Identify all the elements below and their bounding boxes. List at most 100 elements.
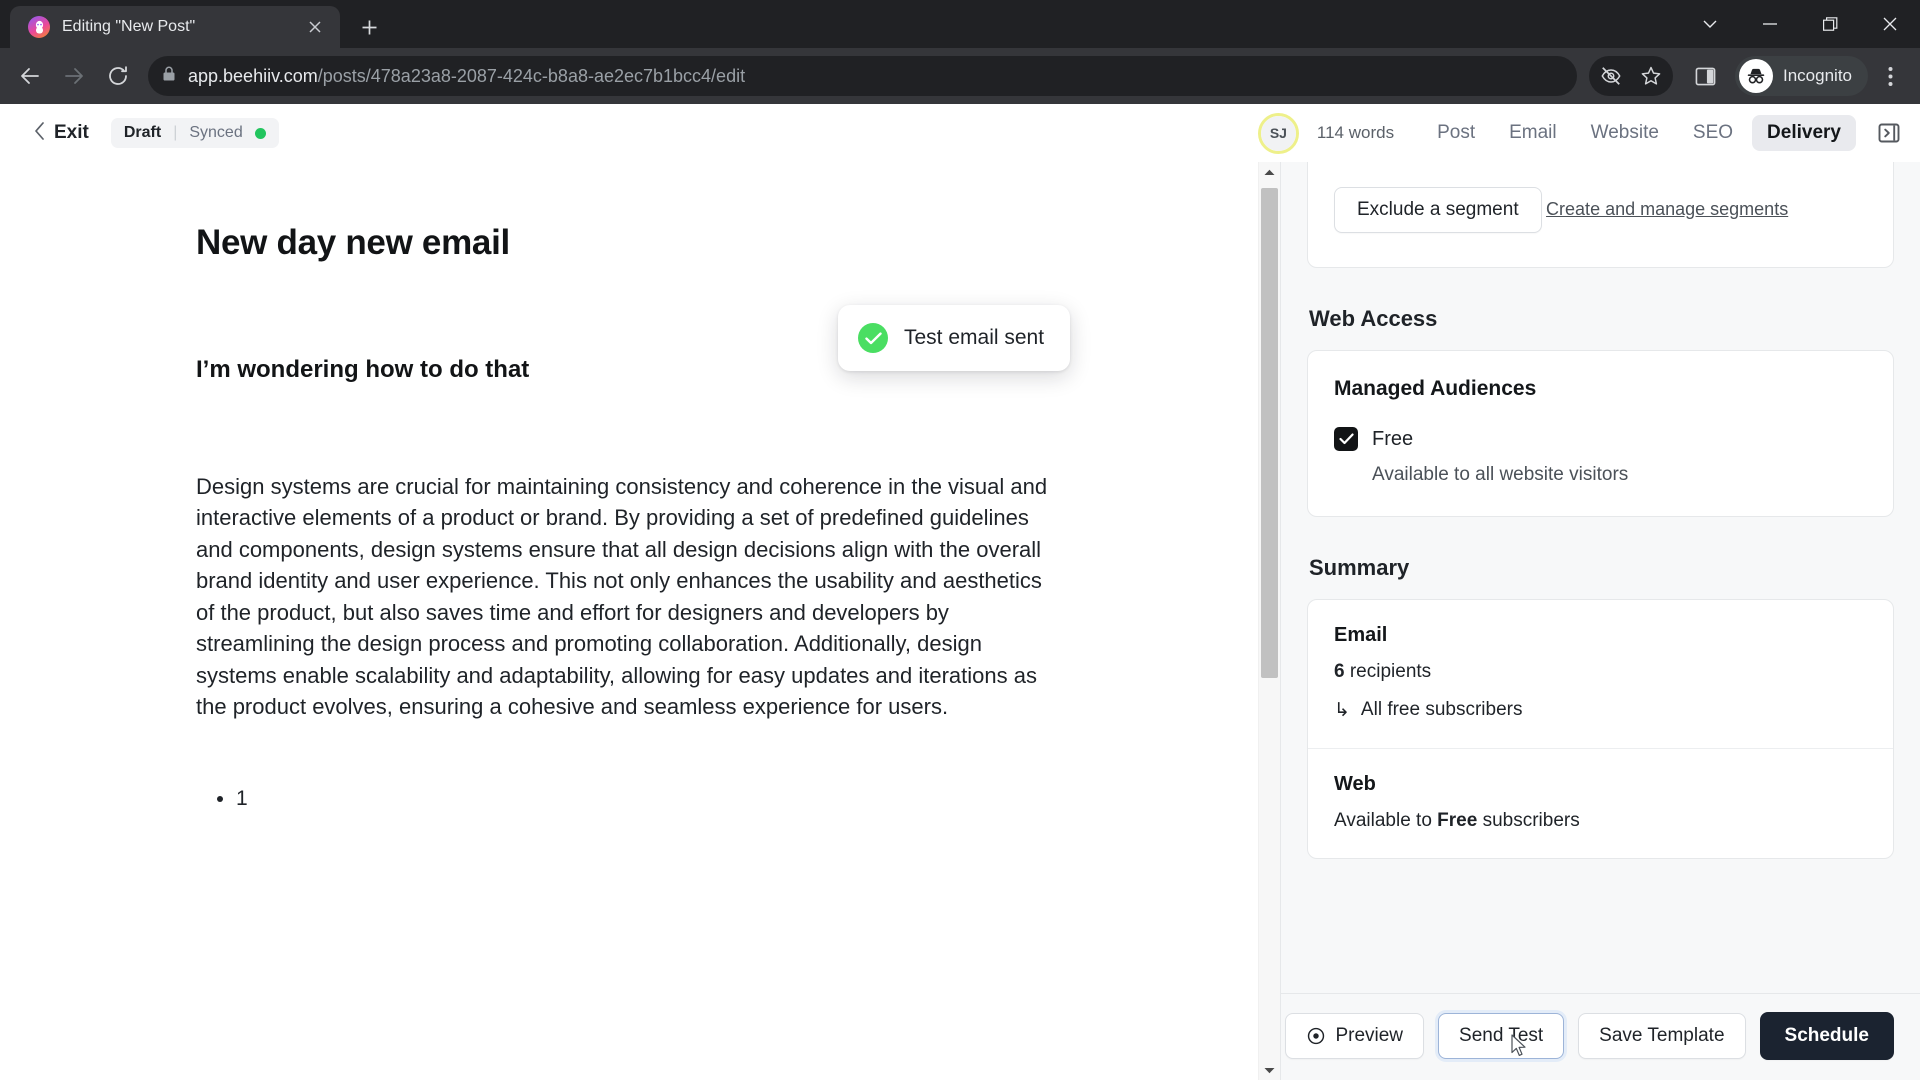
- save-template-label: Save Template: [1599, 1025, 1725, 1046]
- toolbar-right-actions: Incognito: [1589, 56, 1910, 96]
- summary-recipients-count: 6: [1334, 661, 1345, 682]
- word-count: 114 words: [1316, 123, 1395, 142]
- url-path: /posts/478a23a8-2087-424c-b8a8-ae2ec7b1b…: [317, 65, 746, 86]
- summary-section-title: Summary: [1309, 555, 1410, 580]
- create-manage-segments-link[interactable]: Create and manage segments: [1546, 199, 1788, 220]
- free-audience-checkbox[interactable]: [1334, 427, 1358, 451]
- address-bar[interactable]: app.beehiiv.com/posts/478a23a8-2087-424c…: [148, 56, 1577, 96]
- tab-post[interactable]: Post: [1422, 115, 1490, 151]
- status-synced-label: Synced: [189, 124, 243, 141]
- check-circle-icon: [858, 323, 888, 353]
- editor-tabs: Post Email Website SEO Delivery: [1422, 115, 1856, 151]
- maximize-icon[interactable]: [1800, 0, 1860, 48]
- managed-audiences-card: Managed Audiences Free Available to all …: [1307, 350, 1894, 517]
- toolbar-pill-group: [1589, 56, 1673, 96]
- editor-scrollbar[interactable]: [1258, 162, 1280, 1080]
- editor-top-bar: Exit Draft | Synced SJ 114 words Post Em…: [0, 104, 1920, 162]
- send-test-button[interactable]: Send Test: [1438, 1013, 1565, 1059]
- minimize-icon[interactable]: [1740, 0, 1800, 48]
- schedule-label: Schedule: [1784, 1025, 1869, 1046]
- summary-web-suffix: subscribers: [1482, 810, 1580, 831]
- three-dot-menu-icon[interactable]: [1870, 56, 1910, 96]
- incognito-hat-icon: [1739, 59, 1773, 93]
- reload-icon[interactable]: [98, 56, 138, 96]
- eye-off-icon[interactable]: [1591, 56, 1631, 96]
- preview-button[interactable]: Preview: [1285, 1013, 1425, 1059]
- tab-close-icon[interactable]: [302, 14, 328, 40]
- browser-tab-strip: Editing "New Post": [0, 0, 1920, 48]
- web-access-section-title: Web Access: [1309, 306, 1438, 331]
- beehiiv-app: Exit Draft | Synced SJ 114 words Post Em…: [0, 104, 1920, 1080]
- free-audience-row[interactable]: Free: [1334, 427, 1867, 451]
- status-badge: Draft | Synced: [110, 118, 279, 148]
- post-paragraph[interactable]: Design systems are crucial for maintaini…: [196, 471, 1050, 723]
- address-bar-url: app.beehiiv.com/posts/478a23a8-2087-424c…: [188, 66, 745, 87]
- delivery-action-bar: Preview Send Test Save Template Schedule: [1281, 993, 1920, 1080]
- tab-website[interactable]: Website: [1576, 115, 1674, 151]
- scrollbar-track[interactable]: [1259, 182, 1280, 1060]
- exit-label: Exit: [54, 122, 89, 143]
- exit-button[interactable]: Exit: [34, 122, 89, 144]
- collapse-panel-icon[interactable]: [1866, 104, 1912, 162]
- send-test-label: Send Test: [1459, 1025, 1544, 1046]
- browser-window: Editing "New Post" app.beehiiv.com/posts…: [0, 0, 1920, 1080]
- scroll-down-arrow-icon[interactable]: [1264, 1060, 1275, 1080]
- scroll-up-arrow-icon[interactable]: [1264, 162, 1275, 182]
- editor-top-bar-right: SJ 114 words Post Email Website SEO Deli…: [1257, 104, 1920, 162]
- summary-web-line: Available to Free subscribers: [1334, 810, 1867, 832]
- summary-email-recipients: 6 recipients: [1334, 661, 1867, 683]
- summary-card: Email 6 recipients ↳ All free subscribers…: [1307, 599, 1894, 859]
- toast-notification: Test email sent: [838, 305, 1071, 371]
- summary-email-detail-text: All free subscribers: [1360, 699, 1523, 720]
- forward-arrow-icon: [54, 56, 94, 96]
- schedule-button[interactable]: Schedule: [1759, 1012, 1894, 1060]
- window-close-icon[interactable]: [1860, 0, 1920, 48]
- editor-body: New day new email I’m wondering how to d…: [0, 162, 1920, 1080]
- tab-search-icon[interactable]: [1680, 0, 1740, 48]
- summary-email-block: Email 6 recipients ↳ All free subscribers: [1308, 600, 1893, 748]
- browser-tab[interactable]: Editing "New Post": [10, 6, 340, 48]
- summary-web-block: Web Available to Free subscribers: [1308, 748, 1893, 858]
- avatar[interactable]: SJ: [1257, 112, 1299, 154]
- browser-toolbar: app.beehiiv.com/posts/478a23a8-2087-424c…: [0, 48, 1920, 104]
- post-bullet-list[interactable]: 1: [196, 783, 1050, 815]
- beehiiv-logo-icon: [28, 16, 50, 38]
- post-editor-canvas[interactable]: New day new email I’m wondering how to d…: [0, 162, 1280, 1080]
- star-icon[interactable]: [1631, 56, 1671, 96]
- sync-status-dot: [254, 127, 266, 139]
- avatar-initials: SJ: [1260, 115, 1296, 151]
- down-right-arrow-icon: ↳: [1334, 700, 1350, 721]
- save-template-button[interactable]: Save Template: [1578, 1013, 1746, 1059]
- window-controls: [1680, 0, 1920, 48]
- browser-tab-title: Editing "New Post": [62, 18, 196, 35]
- exclude-segment-button[interactable]: Exclude a segment: [1334, 187, 1542, 233]
- scrollbar-thumb[interactable]: [1261, 188, 1278, 678]
- status-separator: |: [173, 124, 178, 141]
- tab-seo[interactable]: SEO: [1678, 115, 1748, 151]
- list-item[interactable]: 1: [236, 783, 1050, 815]
- segments-card: Exclude a segment Create and manage segm…: [1307, 162, 1894, 268]
- summary-web-title: Web: [1334, 773, 1376, 795]
- page-title[interactable]: New day new email: [196, 222, 1050, 264]
- post-content[interactable]: New day new email I’m wondering how to d…: [0, 162, 1050, 814]
- delivery-sidebar: Exclude a segment Create and manage segm…: [1280, 162, 1920, 1080]
- lock-icon: [162, 66, 176, 87]
- side-panel-icon[interactable]: [1685, 56, 1725, 96]
- back-arrow-icon[interactable]: [10, 56, 50, 96]
- delivery-sidebar-scroll: Exclude a segment Create and manage segm…: [1281, 162, 1920, 993]
- summary-email-detail: ↳ All free subscribers: [1334, 699, 1867, 722]
- new-tab-button[interactable]: [352, 10, 386, 44]
- managed-audiences-body: Managed Audiences Free Available to all …: [1308, 351, 1893, 516]
- tab-delivery[interactable]: Delivery: [1752, 115, 1856, 151]
- free-audience-description: Available to all website visitors: [1372, 464, 1629, 485]
- mouse-cursor: [1511, 1034, 1528, 1063]
- summary-email-title: Email: [1334, 624, 1388, 646]
- url-domain: app.beehiiv.com: [188, 65, 318, 86]
- summary-web-tier: Free: [1437, 810, 1478, 831]
- incognito-label: Incognito: [1783, 66, 1852, 85]
- incognito-profile-button[interactable]: Incognito: [1735, 56, 1868, 96]
- free-audience-label: Free: [1372, 427, 1414, 450]
- toast-message: Test email sent: [904, 326, 1045, 349]
- tab-email[interactable]: Email: [1494, 115, 1572, 151]
- summary-web-prefix: Available to: [1334, 810, 1432, 831]
